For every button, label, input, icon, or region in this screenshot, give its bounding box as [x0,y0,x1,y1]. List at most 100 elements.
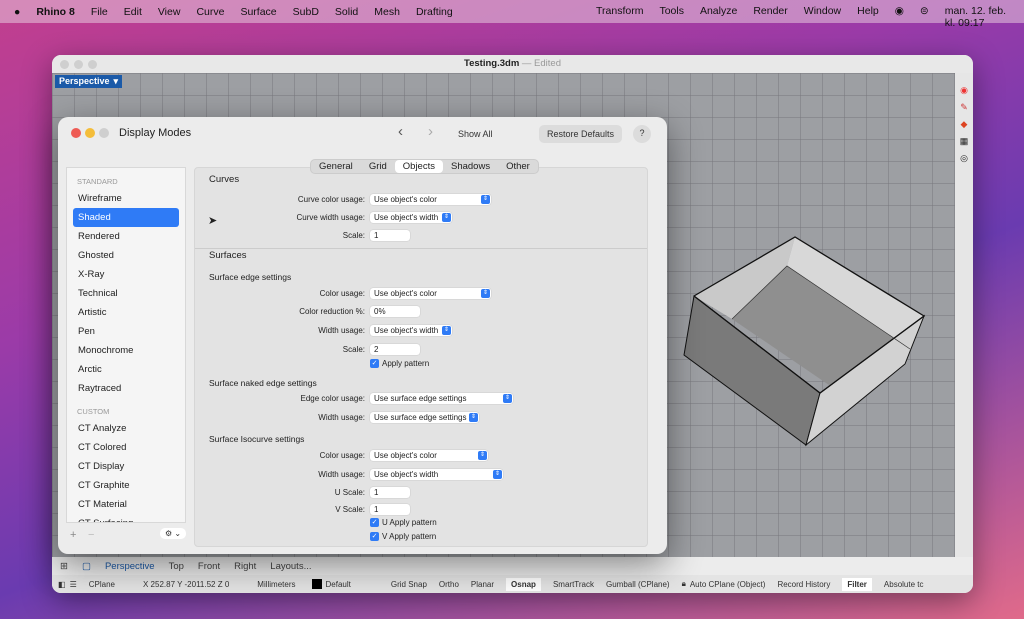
close-button[interactable] [60,60,69,69]
record-icon[interactable]: ◉ [895,5,904,29]
dialog-close-button[interactable] [71,128,81,138]
list-item-selected[interactable]: Shaded [73,208,179,227]
cplane-label[interactable]: CPlane [89,580,115,589]
tab-layouts[interactable]: Layouts... [270,561,311,572]
zoom-button[interactable] [88,60,97,69]
sidebar-toggle-icon[interactable]: ◧ [58,580,66,589]
apply-pattern-checkbox[interactable]: ✓ Apply pattern [370,359,429,368]
edge-width-select[interactable]: Use object's width ⇕ [370,324,452,336]
restore-defaults-button[interactable]: Restore Defaults [539,125,623,143]
menu-mesh[interactable]: Mesh [374,6,400,18]
iso-color-select[interactable]: Use object's color ⇕ [370,449,488,461]
show-all-button[interactable]: Show All [450,126,501,142]
menu-edit[interactable]: Edit [124,6,142,18]
menu-drafting[interactable]: Drafting [416,6,453,18]
color-wheel-icon[interactable]: ◉ [960,85,968,96]
record-history-toggle[interactable]: Record History [777,580,830,589]
list-item[interactable]: CT Analyze [67,419,185,438]
add-mode-button[interactable]: + [70,529,76,541]
settings-panel[interactable]: Curves Curve color usage: Use object's co… [194,167,648,547]
grid-snap-toggle[interactable]: Grid Snap [391,580,427,589]
menu-view[interactable]: View [158,6,181,18]
back-icon[interactable]: ‹ [398,123,403,140]
smarttrack-toggle[interactable]: SmartTrack [553,580,594,589]
edge-scale-input[interactable]: 2 [370,343,420,355]
color-reduction-input[interactable]: 0% [370,305,420,317]
menu-app[interactable]: Rhino 8 [36,6,75,18]
layers-icon[interactable]: ◎ [960,153,968,164]
menu-transform[interactable]: Transform [596,5,643,29]
filter-toggle[interactable]: Filter [842,577,872,591]
list-item[interactable]: Raytraced [67,379,185,398]
list-item[interactable]: CT Surfacing [67,514,185,522]
naked-color-select[interactable]: Use surface edge settings ⇕ [370,392,513,404]
ortho-toggle[interactable]: Ortho [439,580,459,589]
tab-general[interactable]: General [311,160,361,173]
tab-front[interactable]: Front [198,561,220,572]
help-button[interactable]: ? [633,125,651,143]
layer-name[interactable]: Default [326,580,351,589]
menu-subd[interactable]: SubD [293,6,319,18]
list-item[interactable]: Technical [67,284,185,303]
auto-cplane-toggle[interactable]: Auto CPlane (Object) [690,580,766,589]
list-icon[interactable]: ☰ [70,580,77,589]
u-apply-pattern-checkbox[interactable]: ✓ U Apply pattern [370,518,437,527]
forward-icon[interactable]: › [428,123,433,140]
menu-file[interactable]: File [91,6,108,18]
minimize-button[interactable] [74,60,83,69]
osnap-toggle[interactable]: Osnap [506,577,541,591]
brush-icon[interactable]: ✎ [960,102,968,113]
panel-icon[interactable]: ▦ [960,136,969,147]
list-item[interactable]: Wireframe [67,189,185,208]
list-item[interactable]: Rendered [67,227,185,246]
list-item[interactable]: CT Graphite [67,476,185,495]
list-item[interactable]: CT Material [67,495,185,514]
list-item[interactable]: X-Ray [67,265,185,284]
gear-menu-button[interactable]: ⚙ ⌄ [160,528,187,539]
menu-tools[interactable]: Tools [659,5,684,29]
dialog-zoom-button[interactable] [99,128,109,138]
menu-curve[interactable]: Curve [196,6,224,18]
curve-scale-input[interactable]: 1 [370,229,410,241]
menu-help[interactable]: Help [857,5,879,29]
v-apply-pattern-checkbox[interactable]: ✓ V Apply pattern [370,532,436,541]
list-item[interactable]: Pen [67,322,185,341]
clock[interactable]: man. 12. feb. kl. 09:17 [945,5,1016,29]
units[interactable]: Millimeters [257,580,295,589]
tab-perspective[interactable]: Perspective [105,561,155,572]
tab-right[interactable]: Right [234,561,256,572]
single-layout-icon[interactable]: ▢ [82,561,91,572]
apple-icon[interactable]: ● [14,6,20,18]
list-item[interactable]: Monochrome [67,341,185,360]
curve-width-select[interactable]: Use object's width ⇕ [370,211,452,223]
edge-color-select[interactable]: Use object's color ⇕ [370,287,491,299]
planar-toggle[interactable]: Planar [471,580,494,589]
tab-grid[interactable]: Grid [361,160,395,173]
tab-top[interactable]: Top [169,561,184,572]
tab-objects[interactable]: Objects [394,160,443,173]
tab-shadows[interactable]: Shadows [443,160,498,173]
curve-color-select[interactable]: Use object's color ⇕ [370,193,491,205]
menu-surface[interactable]: Surface [240,6,276,18]
display-mode-list[interactable]: STANDARD Wireframe Shaded Rendered Ghost… [66,167,186,523]
curves-heading[interactable]: Curves [209,174,239,185]
tab-other[interactable]: Other [498,160,538,173]
list-item[interactable]: CT Display [67,457,185,476]
grid-layout-icon[interactable]: ⊞ [60,561,68,572]
dialog-minimize-button[interactable] [85,128,95,138]
absolute-tolerance[interactable]: Absolute tc [884,580,924,589]
list-item[interactable]: Arctic [67,360,185,379]
list-item[interactable]: Artistic [67,303,185,322]
layer-swatch[interactable] [311,579,322,589]
iso-width-select[interactable]: Use object's width ⇕ [370,468,503,480]
naked-width-select[interactable]: Use surface edge settings ⇕ [370,411,479,423]
list-item[interactable]: Ghosted [67,246,185,265]
u-scale-input[interactable]: 1 [370,486,410,498]
gumball-toggle[interactable]: Gumball (CPlane) [606,580,670,589]
surfaces-heading[interactable]: Surfaces [209,250,247,261]
menu-analyze[interactable]: Analyze [700,5,737,29]
menu-window[interactable]: Window [804,5,841,29]
list-item[interactable]: CT Colored [67,438,185,457]
material-icon[interactable]: ◆ [961,119,968,130]
menu-solid[interactable]: Solid [335,6,358,18]
